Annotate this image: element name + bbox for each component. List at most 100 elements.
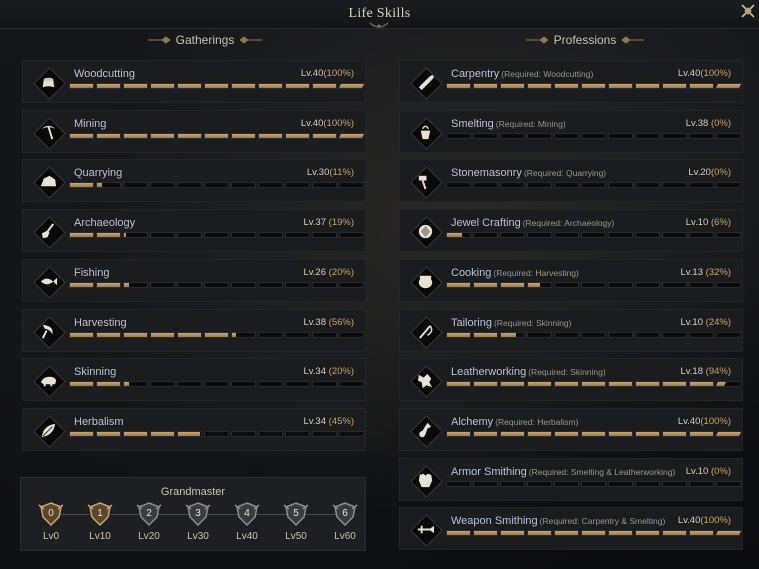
progress-segment	[312, 132, 337, 139]
skill-level: Lv.13 (32%)	[680, 267, 731, 278]
progress-segment	[608, 381, 633, 388]
progress-fill	[636, 431, 659, 436]
progress-segment	[258, 331, 283, 338]
skill-level: Lv.34 (20%)	[303, 366, 354, 377]
progress-segment	[662, 480, 687, 487]
skill-row[interactable]: Mining Lv.40(100%)	[22, 109, 366, 153]
progress-segment	[635, 430, 660, 437]
skill-row[interactable]: Tailoring (Required: Skinning) Lv.10 (24%)	[399, 308, 743, 352]
tier-badge: 4	[234, 502, 260, 527]
skill-row[interactable]: Jewel Crafting (Required: Archaeology) Lv.…	[399, 209, 743, 253]
skill-row[interactable]: Armor Smithing (Required: Smelting & Leat…	[399, 457, 743, 501]
progress-fill	[70, 382, 93, 387]
skill-row[interactable]: Smelting (Required: Mining) Lv.38 (0%)	[399, 109, 743, 153]
progress-segment	[337, 182, 366, 189]
progress-segment	[689, 430, 714, 437]
progress-segment	[69, 331, 94, 338]
progress-fill	[474, 531, 497, 536]
progress-segment	[608, 430, 633, 437]
progress-fill	[501, 382, 524, 387]
skill-name-text: Woodcutting	[74, 68, 135, 80]
skill-badge	[410, 216, 443, 249]
skill-percent: (100%)	[700, 68, 731, 79]
progress-segment	[662, 182, 687, 189]
progress-fill	[70, 282, 93, 287]
progress-segment	[554, 232, 579, 239]
progress-segment	[204, 430, 229, 437]
progress-segment	[500, 430, 525, 437]
skill-row[interactable]: Herbalism Lv.34 (45%)	[22, 407, 366, 451]
skill-name-text: Alchemy	[451, 415, 494, 428]
tier-number: 2	[146, 508, 152, 519]
skill-name-text: Smelting	[451, 117, 494, 130]
progress-fill	[609, 431, 632, 436]
progress-segment	[662, 232, 687, 239]
progress-fill	[70, 183, 93, 188]
progress-fill	[259, 133, 282, 138]
skill-percent: (11%)	[329, 167, 354, 179]
progress-segment	[689, 83, 714, 89]
progress-segment	[527, 232, 552, 239]
gatherings-title: Gatherings	[175, 32, 235, 47]
progress-segment	[258, 381, 283, 388]
close-icon[interactable]	[740, 3, 756, 19]
skill-row[interactable]: Skinning Lv.34 (20%)	[22, 358, 366, 402]
progress-fill	[555, 431, 578, 436]
sickle-icon	[41, 324, 53, 339]
progress-segment	[177, 232, 202, 239]
progress-segment	[69, 83, 94, 89]
skill-row[interactable]: Carpentry (Required: Woodcutting) Lv.40(10…	[399, 60, 743, 103]
progress-segment	[662, 281, 687, 288]
skill-row[interactable]: Weapon Smithing (Required: Carpentry & Sm…	[399, 507, 743, 551]
skill-level-value: Lv.30	[306, 167, 330, 179]
progress-segment	[177, 281, 202, 288]
progress-fill	[663, 84, 686, 88]
skill-level-value: Lv.10	[680, 316, 706, 328]
progress-fill	[690, 84, 713, 88]
skill-percent: (94%)	[705, 366, 731, 378]
skill-percent: (32%)	[705, 266, 731, 278]
skill-name: Skinning	[74, 366, 118, 378]
flask-icon	[419, 422, 432, 438]
skill-row[interactable]: Harvesting Lv.38 (56%)	[22, 308, 366, 352]
skill-level-value: Lv.40	[677, 415, 701, 427]
skill-requirement: (Required: Harvesting)	[493, 267, 579, 278]
progress-segment	[635, 83, 660, 89]
progress-segment	[527, 83, 552, 89]
tier-badge: 6	[332, 502, 358, 527]
skill-level: Lv.40(100%)	[678, 68, 731, 79]
skill-level-value: Lv.10	[685, 465, 711, 477]
skill-row[interactable]: Cooking (Required: Harvesting) Lv.13 (32%)	[399, 258, 743, 302]
progress-fill	[555, 382, 578, 387]
progress-fill	[124, 282, 129, 287]
skill-row[interactable]: Archaeology Lv.37 (19%)	[22, 209, 366, 253]
skill-row[interactable]: Stonemasonry (Required: Quarrying) Lv.20(0…	[399, 159, 743, 203]
progress-fill	[501, 282, 524, 287]
grandmaster-title: Grandmaster	[160, 486, 226, 498]
skill-row[interactable]: Quarrying Lv.30(11%)	[22, 159, 366, 203]
skill-row[interactable]: Fishing Lv.26 (20%)	[22, 258, 366, 302]
fish-icon	[40, 277, 58, 286]
skill-percent: (6%)	[710, 217, 731, 229]
skill-name: Stonemasonry (Required: Quarrying)	[451, 167, 606, 179]
crucible-icon	[420, 125, 431, 139]
tier-number: 3	[195, 508, 201, 519]
progress-segment	[500, 530, 525, 537]
skill-percent: (20%)	[328, 266, 354, 278]
skill-name-text: Stonemasonry	[451, 167, 522, 180]
progress-segment	[635, 381, 660, 388]
skill-name-text: Tailoring	[451, 316, 492, 329]
progress-fill	[97, 382, 120, 387]
progress-fill	[555, 84, 578, 88]
progress-segment	[446, 132, 471, 139]
skill-name-text: Archaeology	[74, 217, 136, 230]
skill-percent: (0%)	[710, 167, 731, 179]
progress-segment	[96, 83, 121, 89]
skill-row[interactable]: Alchemy (Required: Herbalism) Lv.40(100%)	[399, 407, 743, 451]
skill-badge	[410, 266, 443, 299]
skill-row[interactable]: Woodcutting Lv.40(100%)	[22, 60, 366, 103]
progress-segment	[96, 281, 121, 288]
progress-segment	[204, 182, 229, 189]
skill-name: Tailoring (Required: Skinning)	[451, 317, 571, 329]
skill-row[interactable]: Leatherworking (Required: Skinning) Lv.18 …	[399, 358, 743, 402]
